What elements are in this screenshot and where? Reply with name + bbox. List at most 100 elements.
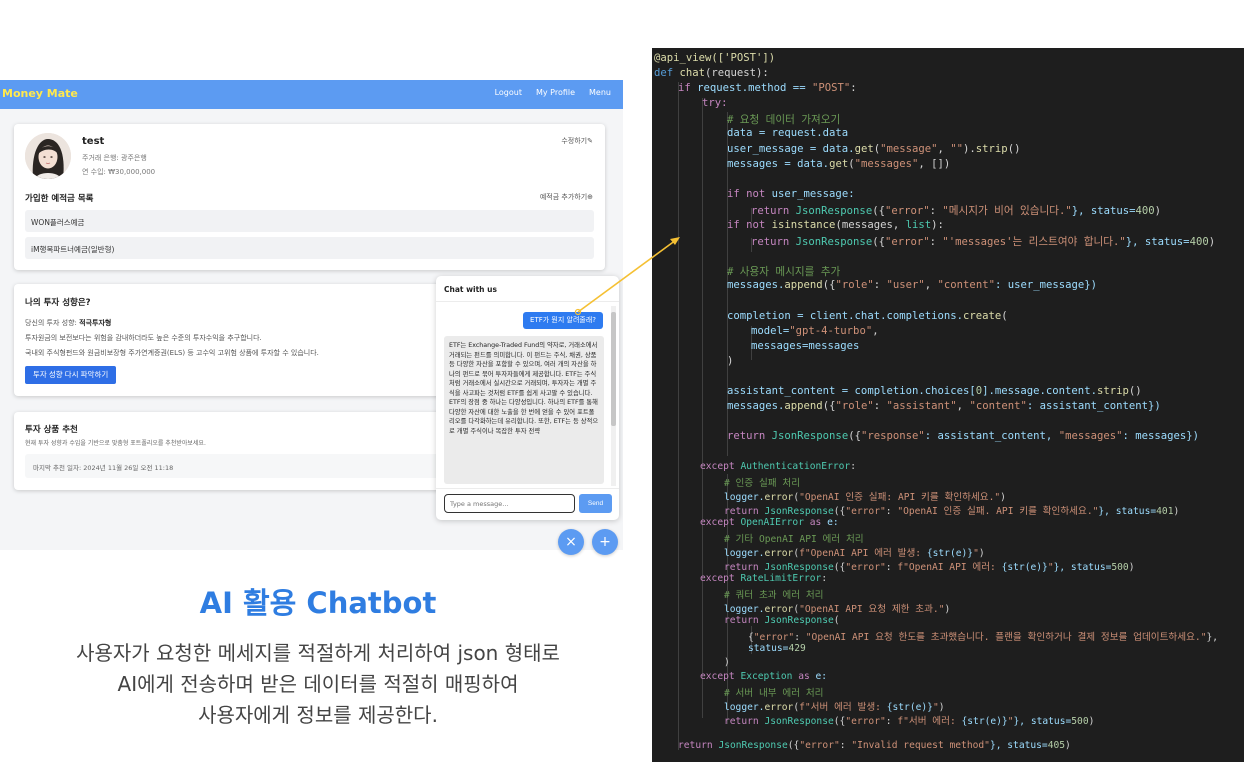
code-token: Exception xyxy=(740,671,799,682)
caption-body: 사용자가 요청한 메세지를 적절하게 처리하여 json 형태로 AI에게 전송… xyxy=(76,641,560,727)
code-token: (messages, xyxy=(835,219,906,231)
code-token: : assistant_content}) xyxy=(1026,400,1161,412)
code-token: logger. xyxy=(724,492,765,503)
code-line: data = request.data xyxy=(727,127,848,139)
code-token: ) xyxy=(938,702,945,713)
code-line: return JsonResponse({"error": f"서버 에러: {… xyxy=(724,713,1094,727)
code-token: # 사용자 메시지를 추가 xyxy=(727,266,841,278)
code-token: }, status= xyxy=(1013,716,1072,727)
code-token: : xyxy=(873,400,887,412)
indent-guide xyxy=(702,98,703,718)
code-token: : xyxy=(885,506,898,517)
code-token: error xyxy=(764,548,794,559)
code-token: as xyxy=(798,671,816,682)
investment-desc-1: 투자원금의 보전보다는 위험을 감내하더라도 높은 수준의 투자수익을 추구합니… xyxy=(25,334,262,342)
logout-link[interactable]: Logout xyxy=(495,88,522,97)
chat-scrollbar-thumb[interactable] xyxy=(611,312,616,426)
user-message-bubble: ETF가 뭔지 알려줄래? xyxy=(523,312,603,329)
code-token: "response" xyxy=(860,430,925,442)
code-token: "Invalid request method" xyxy=(851,740,990,751)
deposit-item[interactable]: WON플러스예금 xyxy=(25,210,594,232)
code-token: JsonResponse xyxy=(795,236,873,248)
code-token: ({ xyxy=(833,716,846,727)
code-line: # 기타 OpenAI API 에러 처리 xyxy=(724,531,864,545)
code-line: return JsonResponse({"error": "Invalid r… xyxy=(678,740,1071,751)
code-token: ) xyxy=(1000,492,1006,503)
code-token: completion = client.chat.completions. xyxy=(727,310,963,322)
code-token: (request): xyxy=(705,67,769,79)
code-token: data = request.data xyxy=(727,127,849,139)
code-token: "error" xyxy=(845,506,886,517)
code-token: ) xyxy=(944,604,951,615)
code-line: return JsonResponse({"error": f"OpenAI A… xyxy=(724,559,1134,573)
code-token: chat xyxy=(679,67,706,79)
investment-type-value: 적극투자형 xyxy=(79,319,112,327)
code-token: 500 xyxy=(1071,716,1089,727)
code-line: # 쿼터 초과 에러 처리 xyxy=(724,587,824,601)
code-token: JsonResponse xyxy=(718,740,788,751)
code-line: ) xyxy=(724,657,730,668)
code-token: "error" xyxy=(884,236,930,248)
code-token: JsonResponse xyxy=(764,506,834,517)
code-line: # 인증 실패 처리 xyxy=(724,475,800,489)
code-token: logger. xyxy=(724,548,765,559)
code-line: logger.error(f"OpenAI API 에러 발생: {str(e)… xyxy=(724,545,985,559)
code-token: {str(e)} xyxy=(926,548,974,559)
code-panel: @api_view(['POST']) def chat(request): i… xyxy=(652,48,1244,762)
profile-bank: 주거래 은행: 광주은행 xyxy=(82,154,147,162)
app-screenshot: Money Mate Logout My Profile Menu test 주… xyxy=(0,80,623,550)
code-token: "role" xyxy=(835,279,874,291)
code-token: ({ xyxy=(848,430,861,442)
retake-survey-button[interactable]: 투자 성향 다시 파악하기 xyxy=(25,366,117,384)
code-token: "error" xyxy=(884,205,930,217)
code-token: 500 xyxy=(1111,562,1129,573)
code-line: # 요청 데이터 가져오기 xyxy=(727,112,840,127)
edit-profile-link[interactable]: 수정하기✎ xyxy=(561,136,593,146)
close-chat-button[interactable]: × xyxy=(558,529,584,555)
chat-message-input[interactable] xyxy=(444,494,575,513)
deposit-item[interactable]: iM행복파트너예금(일반형) xyxy=(25,237,594,259)
code-token: : xyxy=(850,82,857,94)
code-token: return xyxy=(751,236,796,248)
code-line: try: xyxy=(702,97,728,109)
code-token: "role" xyxy=(835,400,874,412)
code-line: user_message = data.get("message", "").s… xyxy=(727,143,1020,155)
code-token: , []) xyxy=(918,158,951,170)
investment-type: 당신의 투자 성향: 적극투자형 xyxy=(25,318,111,328)
code-token: ].message.content. xyxy=(982,385,1097,397)
navbar: Money Mate Logout My Profile Menu xyxy=(0,80,623,109)
send-button[interactable]: Send xyxy=(579,494,612,513)
code-token: # 기타 OpenAI API 에러 처리 xyxy=(724,534,864,545)
profile-card: test 주거래 은행: 광주은행 연 수입: ₩30,000,000 수정하기… xyxy=(14,124,605,270)
brand-logo[interactable]: Money Mate xyxy=(2,87,78,100)
code-token: ( xyxy=(833,615,840,626)
menu-link[interactable]: Menu xyxy=(589,88,611,97)
code-token: "OpenAI 인증 실패. API 키를 확인하세요." xyxy=(897,506,1099,517)
code-token: if not xyxy=(727,188,772,200)
recommend-title: 투자 상품 추천 xyxy=(25,425,78,435)
code-token: request.method == xyxy=(697,82,812,94)
code-line: except RateLimitError: xyxy=(700,573,827,584)
code-token: JsonResponse xyxy=(795,205,873,217)
code-token: }, status= xyxy=(1053,562,1112,573)
code-token: "message" xyxy=(880,143,938,155)
code-token: : xyxy=(885,716,898,727)
code-token: }, status= xyxy=(1125,236,1190,248)
code-token: except xyxy=(700,517,741,528)
code-token: e: xyxy=(815,671,828,682)
code-token: 429 xyxy=(788,643,806,654)
code-token: user_message: xyxy=(771,188,855,200)
code-token: ({ xyxy=(872,205,885,217)
open-chat-button[interactable]: + xyxy=(592,529,618,555)
add-deposit-link[interactable]: 예적금 추가하기⊕ xyxy=(540,192,593,202)
code-token: ({ xyxy=(872,236,885,248)
my-profile-link[interactable]: My Profile xyxy=(536,88,575,97)
code-line: logger.error("OpenAI 인증 실패: API 키를 확인하세요… xyxy=(724,489,1006,503)
code-line: except AuthenticationError: xyxy=(700,461,856,472)
code-token: except xyxy=(700,573,741,584)
code-token: ({ xyxy=(833,506,846,517)
code-token: "gpt-4-turbo" xyxy=(789,325,873,337)
code-token: , xyxy=(937,143,951,155)
code-token: ) xyxy=(978,548,985,559)
code-token: f"OpenAI API 에러 발생: xyxy=(799,548,927,559)
